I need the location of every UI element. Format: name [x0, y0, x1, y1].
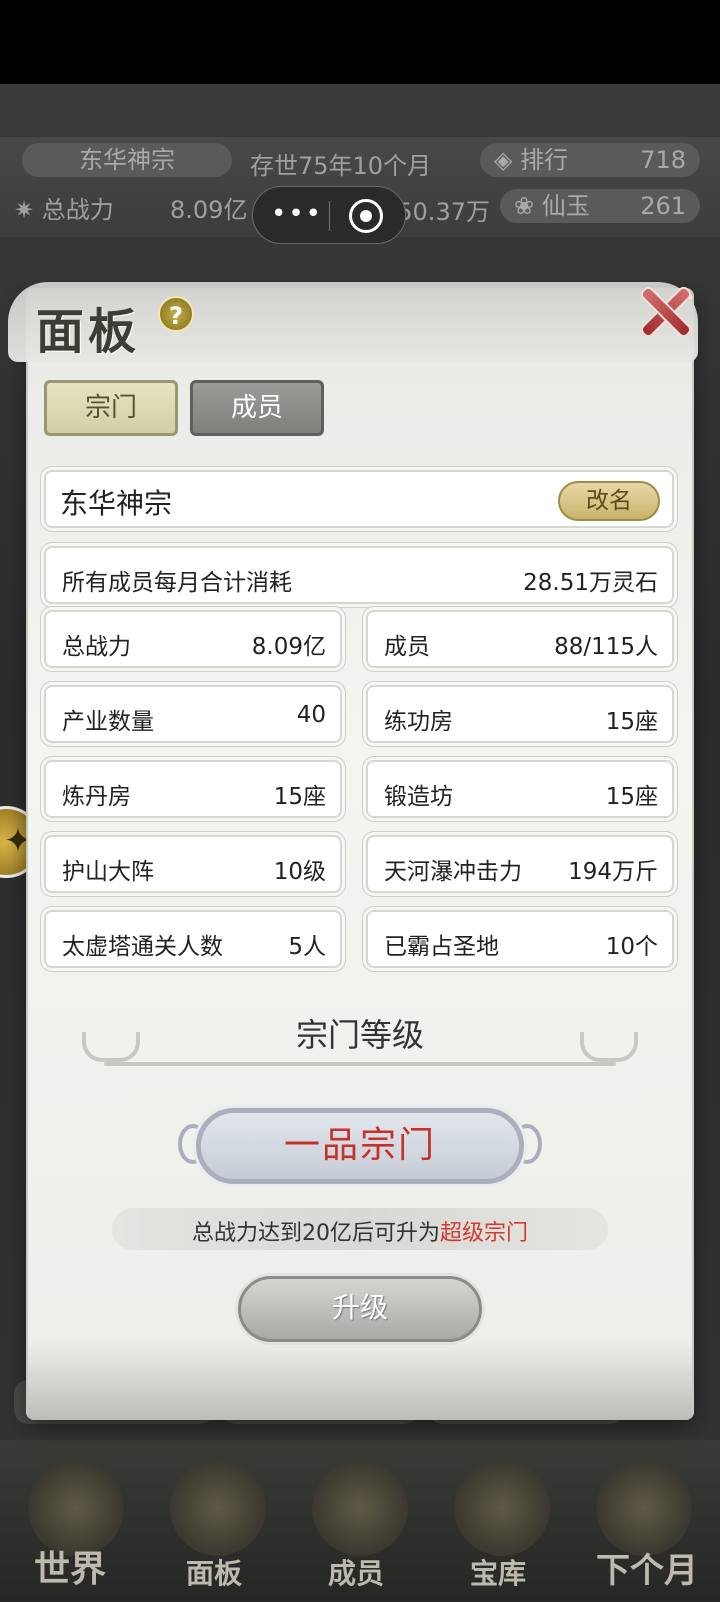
stat-box-forge: 锻造坊 15座	[366, 760, 674, 818]
bg-jade-label: 仙玉	[541, 192, 590, 220]
upgrade-hint: 总战力达到20亿后可升为超级宗门	[112, 1215, 608, 1247]
next-month-icon	[596, 1460, 692, 1556]
sect-name: 东华神宗	[60, 487, 173, 520]
bg-rank-pill[interactable]: ◈ 排行 718	[480, 143, 700, 177]
sect-level-header: 宗门等级	[64, 1010, 656, 1070]
stat-box-mountain-array: 护山大阵 10级	[44, 835, 342, 893]
more-icon[interactable]: •••	[271, 199, 323, 229]
upgrade-hint-prefix: 总战力达到20亿后可升为	[191, 1221, 440, 1246]
monthly-cost-value: 28.51万灵石	[523, 570, 658, 596]
stat-box-holy-lands: 已霸占圣地 10个	[366, 910, 674, 968]
monthly-cost-label: 所有成员每月合计消耗	[62, 570, 292, 596]
bg-rank-label: 排行	[520, 146, 569, 174]
rank-icon: ◈	[494, 146, 521, 174]
miniprogram-capsule[interactable]: •••	[252, 186, 406, 244]
nav-world[interactable]: 世界	[34, 1540, 106, 1592]
capsule-divider	[329, 201, 330, 231]
current-rank: 一品宗门	[283, 1125, 436, 1166]
treasury-icon	[454, 1460, 550, 1556]
sect-level-title: 宗门等级	[295, 1016, 424, 1054]
stat-box-tower-clears: 太虚塔通关人数 5人	[44, 910, 342, 968]
bg-sect-age: 存世75年10个月	[250, 152, 432, 180]
upgrade-hint-bar: 总战力达到20亿后可升为超级宗门	[112, 1208, 608, 1250]
bg-sect-name: 东华神宗	[22, 143, 232, 177]
tab-sect[interactable]: 宗门	[44, 380, 178, 436]
stat-value: 10个	[605, 934, 658, 960]
stat-label: 成员	[384, 634, 430, 660]
upgrade-hint-target: 超级宗门	[439, 1221, 528, 1246]
bg-power-row: ✷ 总战力	[14, 190, 114, 225]
stat-value: 10级	[273, 859, 326, 885]
stat-box-members: 成员 88/115人	[366, 610, 674, 668]
stat-value: 5人	[288, 934, 326, 960]
stat-label: 炼丹房	[62, 784, 131, 810]
panel-icon	[170, 1460, 266, 1556]
nav-members[interactable]: 成员	[328, 1552, 384, 1592]
help-icon[interactable]: ?	[158, 296, 194, 332]
stat-value: 8.09亿	[251, 634, 326, 660]
tab-members[interactable]: 成员	[190, 380, 324, 436]
bg-jade-pill[interactable]: ❀ 仙玉 261	[500, 189, 700, 223]
current-rank-plaque: 一品宗门	[196, 1108, 524, 1184]
stat-box-total-power: 总战力 8.09亿	[44, 610, 342, 668]
upgrade-button[interactable]: 升级	[238, 1276, 482, 1342]
rename-button[interactable]: 改名	[558, 481, 660, 521]
panel-title: 面板	[36, 304, 141, 360]
close-miniprogram-icon[interactable]	[349, 199, 383, 233]
power-icon: ✷	[14, 196, 35, 224]
stat-value: 15座	[273, 784, 326, 810]
stat-label: 已霸占圣地	[384, 934, 499, 960]
stat-value: 15座	[605, 784, 658, 810]
stat-label: 练功房	[384, 709, 453, 735]
nav-panel[interactable]: 面板	[186, 1552, 242, 1592]
sect-name-box: 东华神宗 改名	[44, 470, 674, 528]
stat-label: 产业数量	[62, 709, 154, 735]
stat-value: 194万斤	[568, 859, 658, 885]
jade-icon: ❀	[514, 192, 542, 220]
nav-treasury[interactable]: 宝库	[470, 1552, 526, 1592]
status-bar	[0, 0, 720, 84]
stat-label: 太虚塔通关人数	[62, 934, 223, 960]
stat-box-training-room: 练功房 15座	[366, 685, 674, 743]
stat-box-waterfall-force: 天河瀑冲击力 194万斤	[366, 835, 674, 893]
monthly-cost-box: 所有成员每月合计消耗 28.51万灵石	[44, 546, 674, 604]
stat-value: 15座	[605, 709, 658, 735]
stat-label: 护山大阵	[62, 859, 154, 885]
close-button[interactable]	[634, 280, 696, 342]
panel-cloud-footer	[28, 1340, 692, 1420]
stat-label: 天河瀑冲击力	[384, 859, 522, 885]
nav-next-month[interactable]: 下个月	[596, 1543, 698, 1592]
bg-power-label: 总战力	[41, 196, 114, 224]
members-icon	[312, 1460, 408, 1556]
stat-box-industry-count: 产业数量 40	[44, 685, 342, 743]
bg-power-value: 8.09亿	[170, 196, 248, 224]
stat-label: 锻造坊	[384, 784, 453, 810]
bg-jade-value: 261	[640, 192, 686, 220]
stat-value: 88/115人	[554, 634, 658, 660]
divider	[104, 1062, 616, 1066]
bg-rank-value: 718	[640, 146, 686, 174]
stat-value: 40	[296, 702, 326, 728]
stat-label: 总战力	[62, 634, 131, 660]
stat-box-alchemy-room: 炼丹房 15座	[44, 760, 342, 818]
